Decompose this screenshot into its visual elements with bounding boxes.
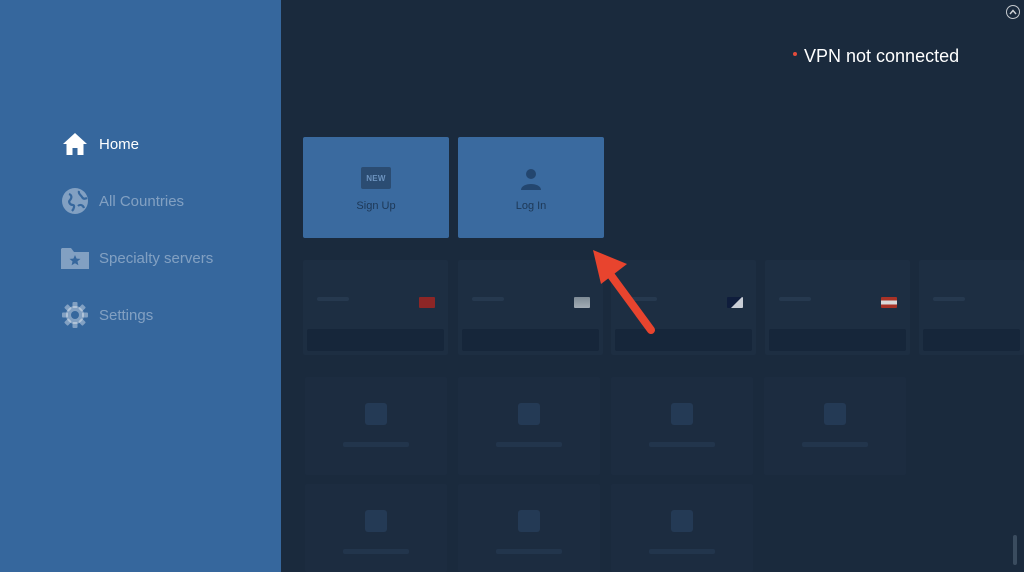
sidebar-item-home[interactable]: Home <box>60 129 139 159</box>
sign-up-button[interactable]: NEW Sign Up <box>303 137 449 238</box>
flag-icon <box>727 297 743 308</box>
category-card[interactable] <box>611 377 753 475</box>
new-badge-icon: NEW <box>361 167 391 189</box>
sidebar: Home All Countries Specialty servers Set… <box>0 0 281 572</box>
sidebar-item-settings[interactable]: Settings <box>60 300 153 330</box>
server-card[interactable] <box>919 260 1024 355</box>
user-icon <box>519 167 543 196</box>
annotation-arrow-icon <box>593 250 655 334</box>
category-card[interactable] <box>305 377 447 475</box>
sidebar-item-all-countries[interactable]: All Countries <box>60 186 184 216</box>
scrollbar[interactable] <box>1013 535 1017 565</box>
server-card[interactable] <box>765 260 910 355</box>
sidebar-item-specialty-servers[interactable]: Specialty servers <box>60 243 213 273</box>
server-card[interactable] <box>458 260 603 355</box>
collapse-button[interactable] <box>1006 5 1020 19</box>
sidebar-item-label: Settings <box>99 306 154 324</box>
vpn-status: VPN not connected <box>793 46 959 67</box>
vpn-status-text: VPN not connected <box>804 46 960 66</box>
flag-icon <box>419 297 435 308</box>
chevron-up-icon <box>1009 9 1017 15</box>
star-folder-icon <box>60 243 90 273</box>
sidebar-item-label: All Countries <box>99 192 185 210</box>
category-card[interactable] <box>458 377 600 475</box>
log-in-label: Log In <box>515 200 547 212</box>
gear-icon <box>60 300 90 330</box>
status-dot-icon <box>793 51 797 56</box>
sidebar-item-label: Specialty servers <box>99 249 214 267</box>
log-in-button[interactable]: Log In <box>458 137 604 238</box>
category-card[interactable] <box>611 484 753 572</box>
category-card[interactable] <box>458 484 600 572</box>
globe-icon <box>60 186 90 216</box>
category-card[interactable] <box>764 377 906 475</box>
category-card[interactable] <box>305 484 447 572</box>
new-badge-text: NEW <box>366 173 386 183</box>
server-card[interactable] <box>303 260 448 355</box>
sidebar-item-label: Home <box>99 135 140 153</box>
sign-up-label: Sign Up <box>356 200 396 212</box>
home-icon <box>60 129 90 159</box>
flag-icon <box>881 297 897 308</box>
